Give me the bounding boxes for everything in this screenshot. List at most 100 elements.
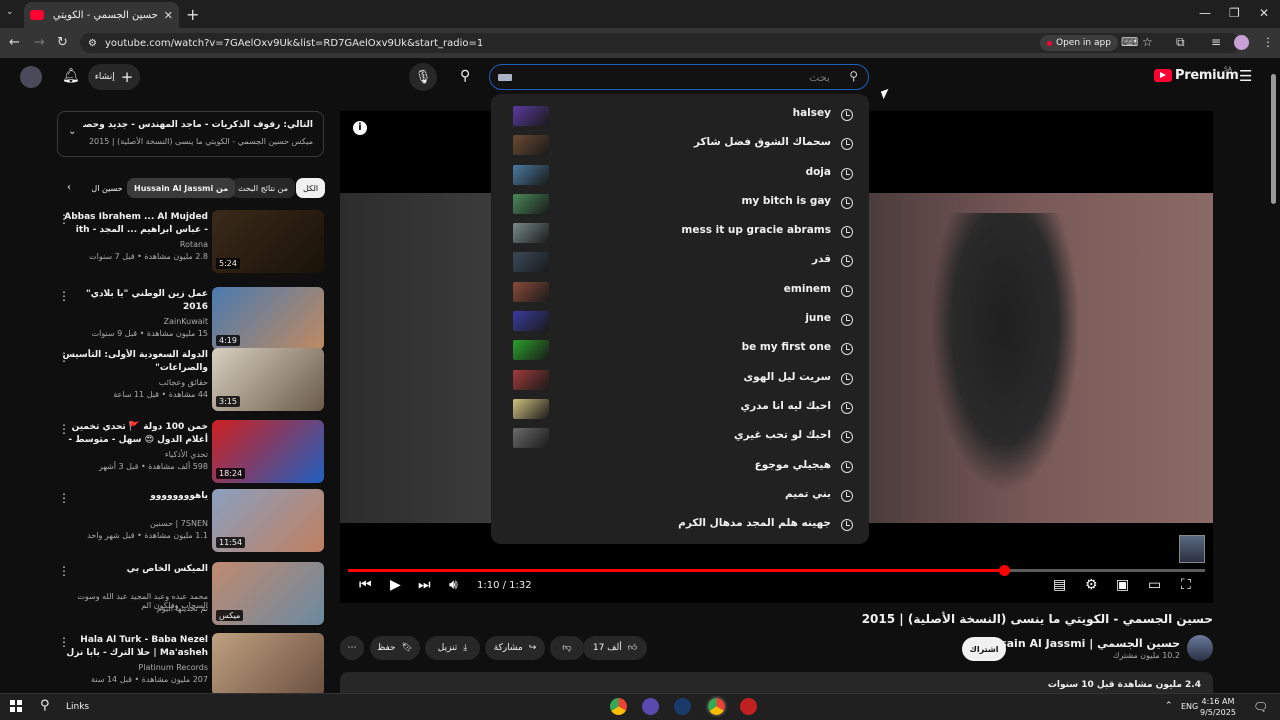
video-thumbnail[interactable] [212,633,324,696]
discord-icon[interactable] [642,698,659,715]
suggestion-item[interactable]: my bitch is gay [491,188,869,217]
suggestion-item[interactable]: هيجيلي موجوع [491,452,869,481]
related-video-card[interactable]: 18:24 خمن 100 دولة 🚩 تحدي تخمين أعلام الد… [50,420,326,486]
windows-start-icon[interactable] [10,700,22,712]
more-options-icon[interactable]: ⋮ [58,564,70,578]
chip-all[interactable]: الكل [296,178,326,198]
more-options-icon[interactable]: ⋮ [58,350,70,364]
close-tab-icon[interactable]: ✕ [164,9,173,22]
guide-menu-icon[interactable]: ☰ [1239,67,1252,85]
bookmark-star-icon[interactable]: ☆ [1142,35,1153,49]
media-icon[interactable]: ≡ [1211,35,1221,49]
related-video-title[interactable]: عمل زين الوطني "يا بلادي" 2016 [58,288,208,314]
suggestion-item[interactable]: قدر [491,246,869,275]
related-video-card[interactable]: ميكس الميكس الخاص بي محمد عبده وعبد المجيد… [50,562,326,628]
page-scrollbar[interactable] [1270,70,1277,690]
minimize-icon[interactable]: — [1199,6,1211,20]
more-options-icon[interactable]: ⋮ [58,212,70,226]
related-video-title[interactable]: خمن 100 دولة 🚩 تحدي تخمين أعلام الدول 😍 … [58,421,208,448]
like-button[interactable]: 17 ألف 👍︎ [583,636,647,660]
language-indicator[interactable]: ENG [1181,702,1198,711]
video-thumbnail[interactable]: 11:54 [212,489,324,552]
video-thumbnail[interactable]: 18:24 [212,420,324,483]
search-icon[interactable]: ⚲ [460,68,470,84]
progress-bar[interactable] [348,565,1205,576]
related-video-title[interactable]: Abbas Ibrahem ... Al Mujded - عباس ابراه… [58,211,208,238]
settings-gear-icon[interactable]: ⚙ [1085,577,1098,593]
suggestion-item[interactable]: بني تميم [491,481,869,510]
related-video-title[interactable]: الميكس الخاص بي [58,563,208,576]
suggestion-item[interactable]: سريت ليل الهوى [491,364,869,393]
back-icon[interactable]: ← [9,35,20,50]
suggestion-item[interactable]: mess it up gracie abrams [491,217,869,246]
video-thumbnail[interactable]: 5:24 [212,210,324,273]
voice-search-button[interactable]: 🎙︎ [409,63,437,91]
save-button[interactable]: حفظ 🔖︎ [370,636,420,660]
related-video-card[interactable]: Hala Al Turk - Baba Nezel Ma'asheh | حلا… [50,633,326,699]
channel-avatar[interactable] [1187,635,1213,661]
forward-icon[interactable]: → [34,35,45,50]
next-icon[interactable]: ⏭ [418,577,431,593]
suggestion-item[interactable]: doja [491,159,869,188]
related-video-card[interactable]: 11:54 ياهوووووووو 7SNEN | حسنين 1.1 مليون م… [50,489,326,555]
subscribe-button[interactable]: اشتراك [962,637,1006,661]
chrome-active-icon[interactable] [706,696,727,717]
channel-name[interactable]: حسين الجسمي | Hussain Al Jassmi [977,637,1181,650]
scrollbar-thumb[interactable] [1271,74,1276,204]
chip-partial[interactable]: حسين ال [88,178,126,198]
extensions-icon[interactable]: ⧉ [1176,35,1185,50]
new-tab-icon[interactable]: + [186,5,199,24]
suggestion-item[interactable]: سحماك الشوق فضل شاكر [491,129,869,158]
related-video-card[interactable]: 5:24 Abbas Ibrahem ... Al Mujded - عباس ا… [50,210,326,276]
dislike-button[interactable]: 👎︎ [550,636,584,660]
suggestion-item[interactable]: جهينه هلم المجد مدهال الكرم [491,510,869,539]
more-options-icon[interactable]: ⋮ [58,635,70,649]
more-actions-button[interactable]: ⋯ [340,636,364,660]
tab-list-icon[interactable]: ⌄ [6,7,14,17]
mix-playlist-header[interactable]: التالي: رفوف الذكريات - ماجد المهندس - ج… [57,111,324,157]
suggestion-item[interactable]: be my first one [491,334,869,363]
miniplayer-icon[interactable]: ▣ [1116,577,1129,593]
play-icon[interactable]: ▶ [390,577,401,593]
progress-scrubber[interactable] [999,565,1011,576]
suggestion-item[interactable]: احبك ليه انا مدري [491,393,869,422]
taskbar-clock[interactable]: 4:16 AM 9/5/2025 [1200,696,1236,718]
taskbar-links[interactable]: Links [66,702,89,712]
app-red-icon[interactable] [740,698,757,715]
close-window-icon[interactable]: ✕ [1259,6,1269,20]
more-options-icon[interactable]: ⋮ [58,289,70,303]
video-thumbnail[interactable]: 4:19 [212,287,324,350]
chip-channel[interactable]: Hussain Al Jassmi من [127,178,236,198]
suggestion-item[interactable]: احبك لو تحب غيري [491,422,869,451]
volume-icon[interactable]: 🔊︎ [449,577,458,593]
chips-left-arrow-icon[interactable]: ‹ [67,182,71,193]
related-video-title[interactable]: ياهوووووووو [58,490,208,503]
suggestion-item[interactable]: eminem [491,276,869,305]
channel-watermark[interactable] [1179,535,1205,563]
more-options-icon[interactable]: ⋮ [58,491,70,505]
browser-tab[interactable]: حسين الجسمي - الكويتي ما ينسى ✕ [24,2,179,28]
taskbar-search-icon[interactable]: ⚲ [40,698,50,713]
site-settings-icon[interactable]: ⚙ [88,38,97,49]
chevron-down-icon[interactable]: ⌄ [68,126,76,137]
subtitles-icon[interactable]: ▤ [1053,577,1066,593]
related-video-title[interactable]: Hala Al Turk - Baba Nezel Ma'asheh | حلا… [58,634,208,661]
more-options-icon[interactable]: ⋮ [58,422,70,436]
chrome-icon[interactable] [610,698,627,715]
profile-avatar[interactable] [1234,35,1249,50]
browser-menu-icon[interactable]: ⋮ [1262,35,1274,49]
suggestion-item[interactable]: june [491,305,869,334]
previous-icon[interactable]: ⏮ [359,577,372,593]
download-button[interactable]: تنزيل ⤓ [425,636,480,660]
translate-icon[interactable]: ⌨ [1121,35,1138,49]
search-box[interactable]: ⚲ [489,64,869,90]
related-video-title[interactable]: الدولة السعودية الأولى: التأسيس والصراعا… [58,349,208,375]
video-thumbnail[interactable]: ميكس [212,562,324,625]
search-input[interactable] [530,68,830,86]
user-avatar[interactable] [20,66,42,88]
share-button[interactable]: مشاركة ↪ [485,636,545,660]
restore-icon[interactable]: ❐ [1229,6,1240,20]
video-thumbnail[interactable]: 3:15 [212,348,324,411]
info-icon[interactable]: i [353,121,367,135]
steam-icon[interactable] [674,698,691,715]
